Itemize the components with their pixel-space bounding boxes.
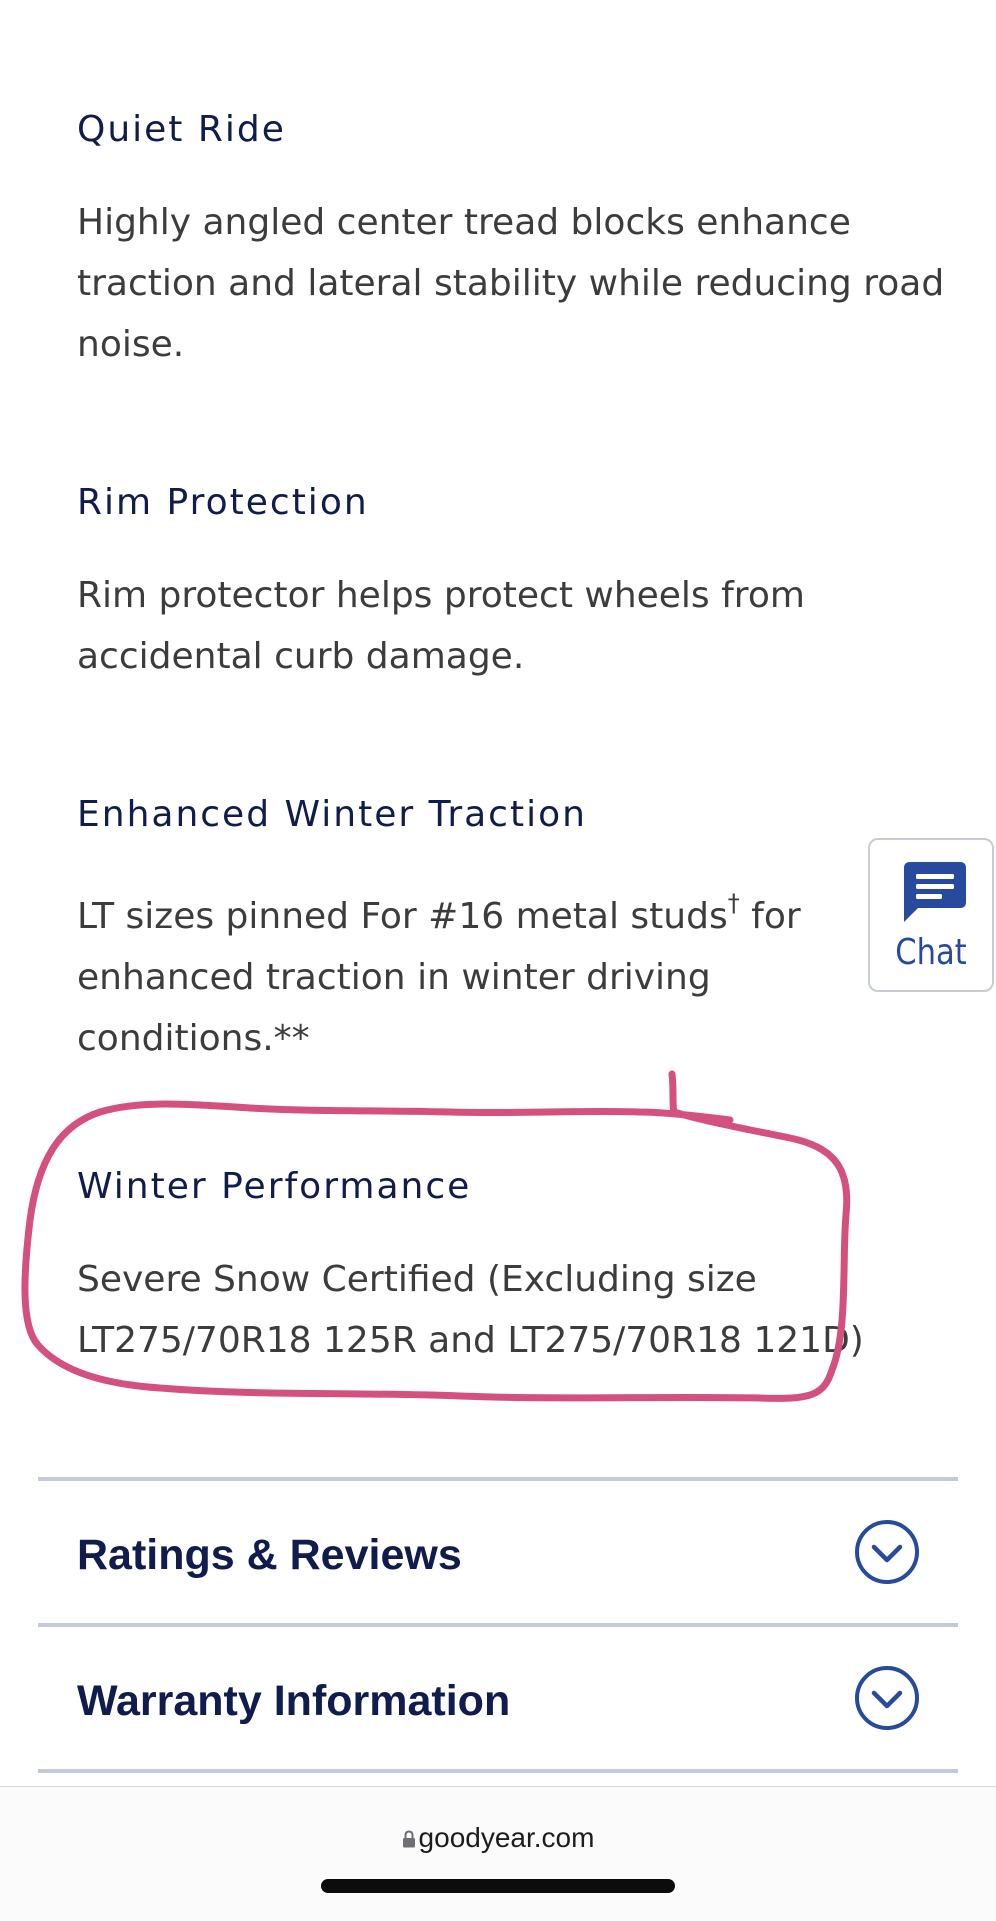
description-line: LT275/70R18 125R and LT275/70R18 121D) bbox=[77, 1320, 864, 1361]
description-line: Highly angled center tread blocks enhanc… bbox=[77, 202, 851, 243]
description-line: traction and lateral stability while red… bbox=[77, 263, 945, 304]
description-line: for bbox=[739, 896, 801, 937]
chat-bubble-icon bbox=[904, 862, 966, 922]
feature-title-enhanced-winter-traction: Enhanced Winter Traction bbox=[77, 794, 587, 835]
feature-description-winter-performance: Severe Snow Certified (Excluding size LT… bbox=[77, 1249, 937, 1371]
accordion-label-warranty-information: Warranty Information bbox=[77, 1677, 511, 1725]
feature-title-rim-protection: Rim Protection bbox=[77, 482, 369, 523]
description-line: enhanced traction in winter driving bbox=[77, 957, 711, 998]
section-divider bbox=[38, 1477, 958, 1481]
feature-description-rim-protection: Rim protector helps protect wheels from … bbox=[77, 565, 937, 687]
feature-description-enhanced-winter-traction: LT sizes pinned For #16 metal studs† for… bbox=[77, 877, 937, 1069]
feature-description-quiet-ride: Highly angled center tread blocks enhanc… bbox=[77, 192, 944, 375]
accordion-warranty-information[interactable]: Warranty Information bbox=[38, 1629, 958, 1769]
section-divider bbox=[38, 1769, 958, 1773]
section-divider bbox=[38, 1623, 958, 1627]
description-line: LT sizes pinned For #16 metal studs bbox=[77, 896, 728, 937]
chevron-down-circle-icon[interactable] bbox=[854, 1519, 920, 1585]
description-line: Severe Snow Certified (Excluding size bbox=[77, 1259, 757, 1300]
description-line: accidental curb damage. bbox=[77, 636, 525, 677]
chat-label: Chat bbox=[895, 932, 967, 973]
description-line: conditions.** bbox=[77, 1018, 310, 1059]
lock-icon bbox=[402, 1830, 415, 1848]
accordion-ratings-reviews[interactable]: Ratings & Reviews bbox=[38, 1483, 958, 1623]
chat-button[interactable]: Chat bbox=[868, 838, 994, 992]
accordion-label-ratings-reviews: Ratings & Reviews bbox=[77, 1531, 462, 1579]
description-line: Rim protector helps protect wheels from bbox=[77, 575, 805, 616]
feature-title-quiet-ride: Quiet Ride bbox=[77, 109, 286, 150]
browser-url-bar[interactable]: goodyear.com bbox=[0, 1786, 996, 1921]
feature-title-winter-performance: Winter Performance bbox=[77, 1166, 472, 1207]
home-indicator[interactable] bbox=[321, 1879, 675, 1893]
chevron-down-circle-icon[interactable] bbox=[854, 1665, 920, 1731]
url-display[interactable]: goodyear.com bbox=[0, 1821, 996, 1855]
description-line: noise. bbox=[77, 324, 185, 365]
url-text: goodyear.com bbox=[418, 1822, 595, 1853]
dagger-superscript: † bbox=[727, 889, 740, 917]
